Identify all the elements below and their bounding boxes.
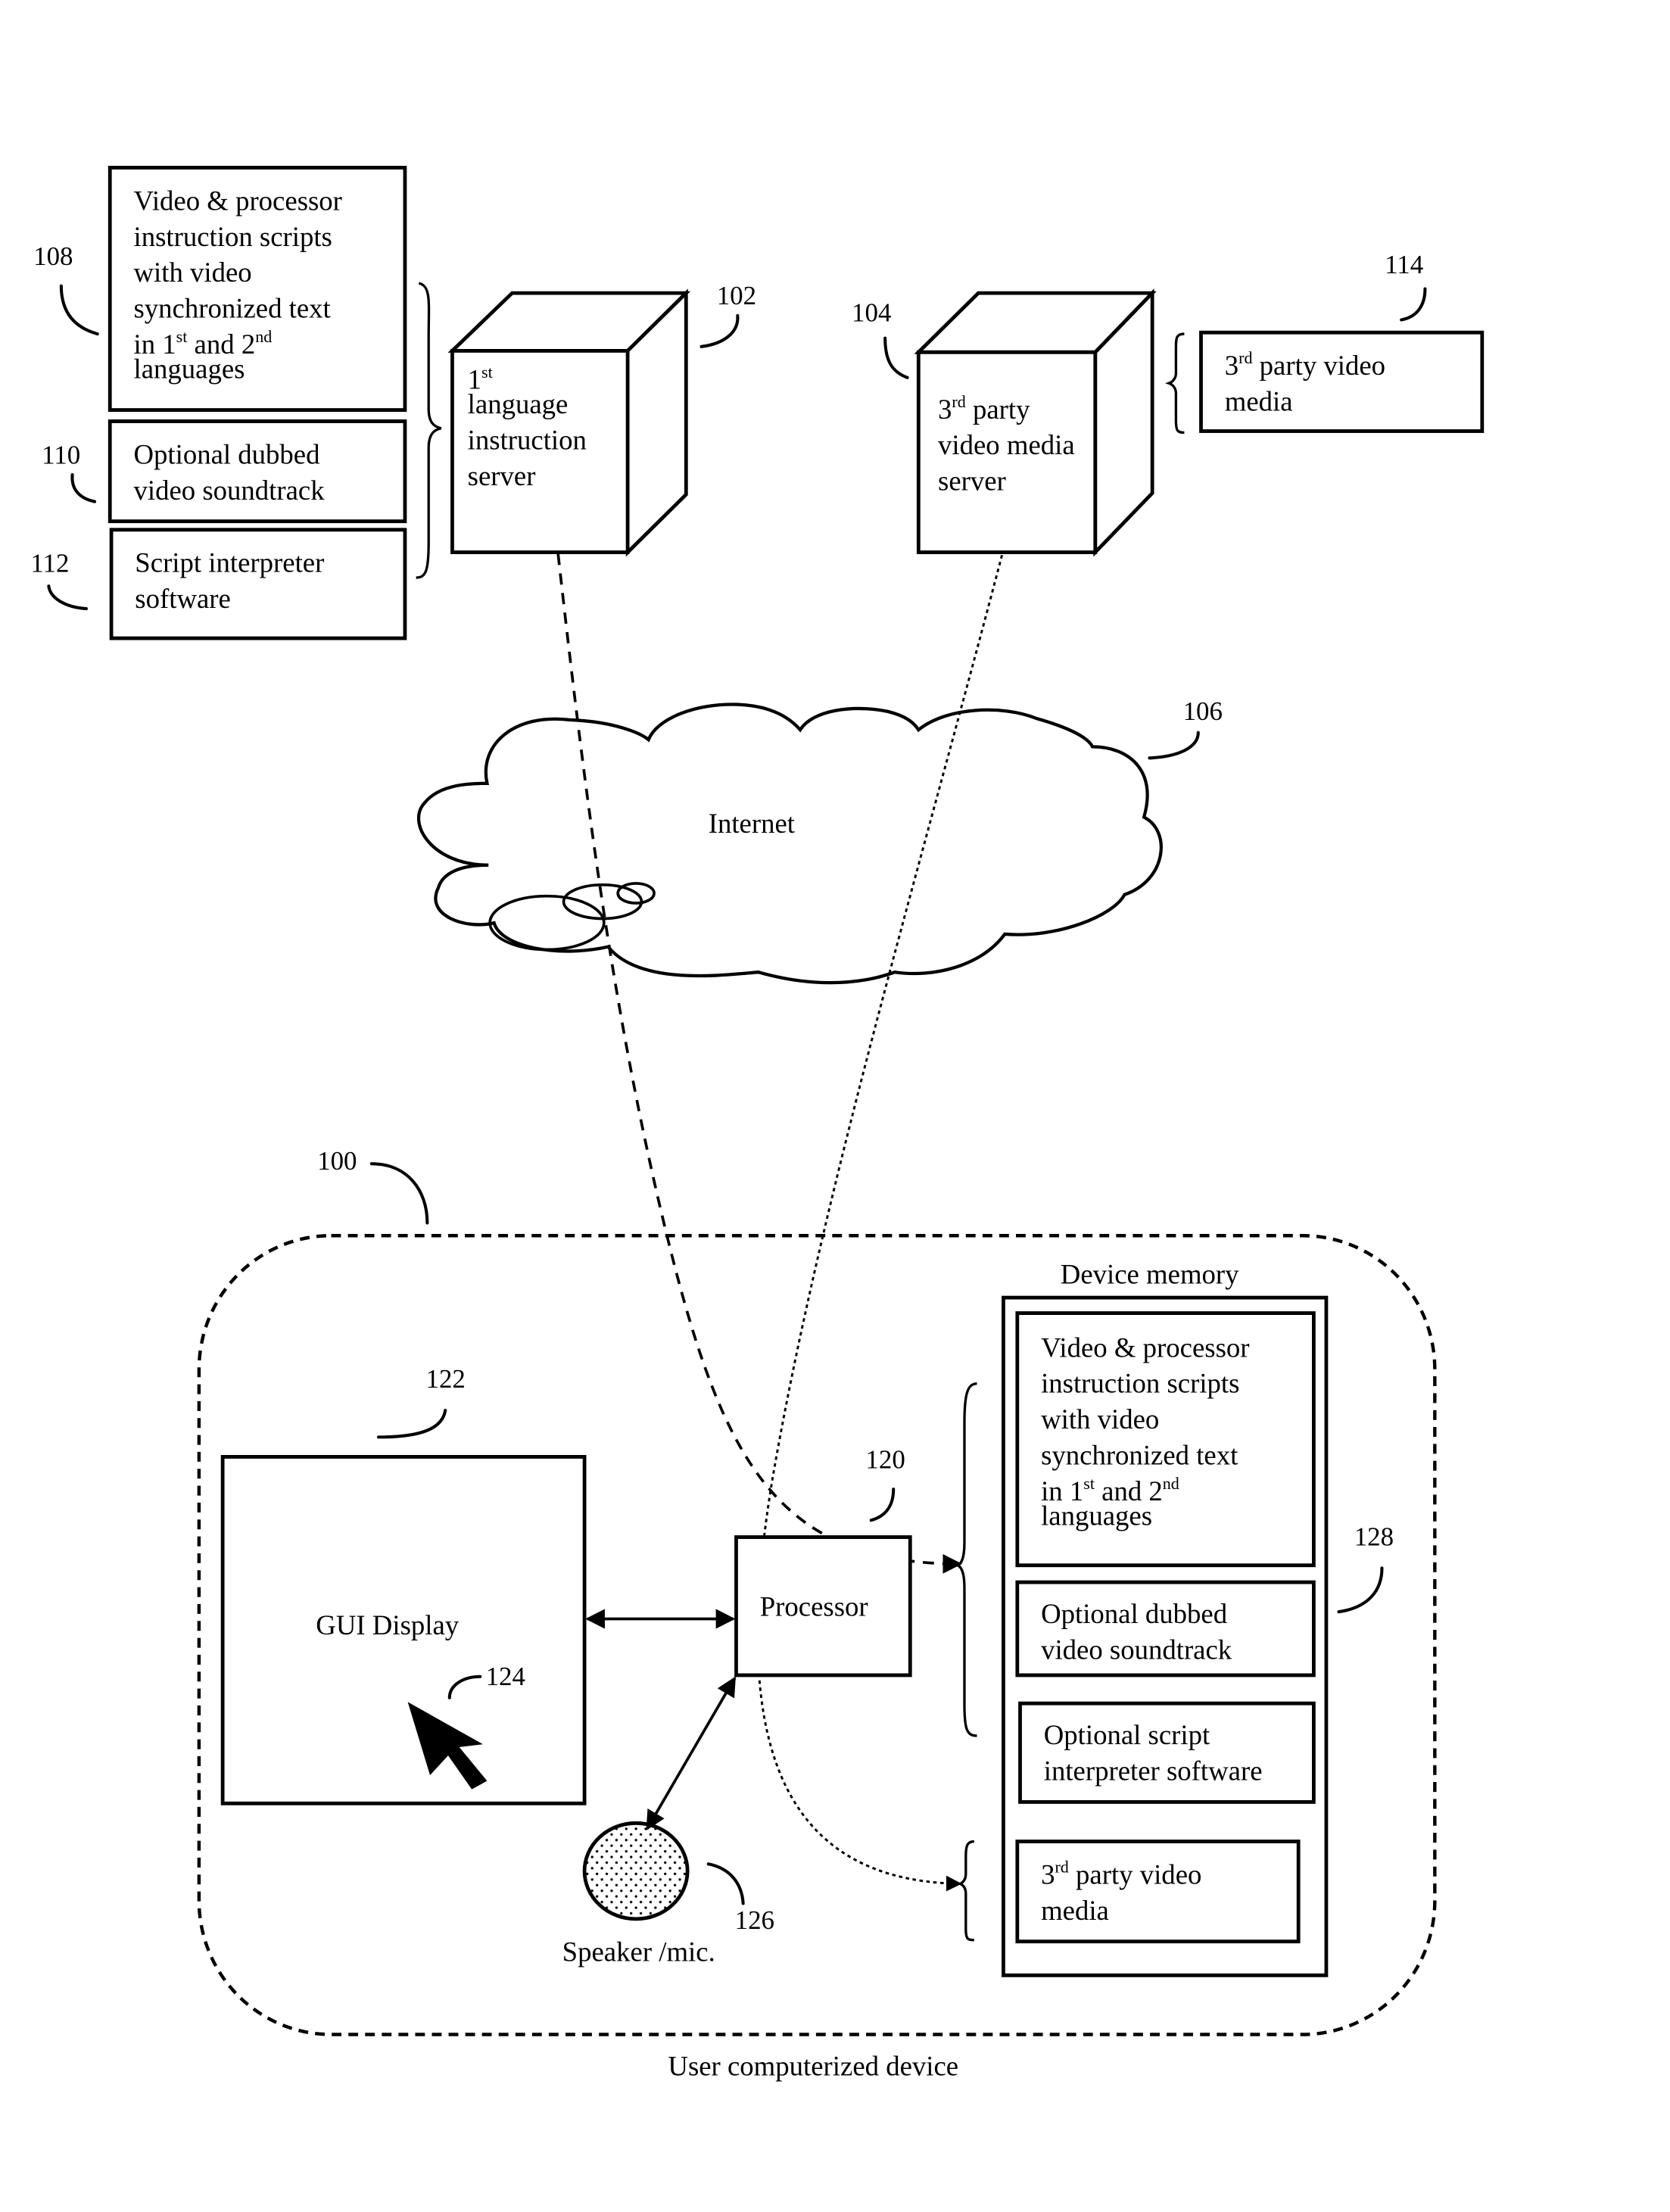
instruction-download-path [556,553,963,1574]
memory-item-dubbed-soundtrack: Optional dubbed video soundtrack [1015,1580,1316,1678]
superscript: st [481,363,494,382]
speaker-mic: Speaker /mic. [562,1821,715,1968]
leader-114 [1400,287,1427,322]
superscript: st [1083,1474,1095,1493]
superscript: nd [1163,1474,1179,1493]
device-memory: Video & processor instruction scripts with… [1002,1295,1329,1977]
brace-memory-download [953,1382,977,1737]
ref-106: 106 [1183,696,1223,726]
ref-124: 124 [486,1662,526,1691]
leader-108 [59,284,99,336]
leader-102 [699,313,740,348]
brace-third-party-media [1164,332,1185,435]
ref-108: 108 [33,241,73,271]
third-party-media-server: 3rd party video media server [914,288,1157,557]
ref-110: 110 [42,440,80,469]
text-segment: Video & processor [1041,1332,1249,1363]
memory-item-scripts: Video & processor instruction scripts with… [1015,1311,1316,1568]
speaker-icon [582,1821,690,1921]
memory-item-third-party-media: 3rd party video media [1015,1840,1301,1944]
memory-item-script-interpreter: Optional script interpreter software [1018,1701,1316,1804]
text-segment: languages [1041,1500,1152,1531]
processor: Processor [734,1535,912,1678]
text-segment: interpreter software [1044,1756,1263,1787]
gui-display: GUI Display [220,1455,587,1805]
dubbed-soundtrack-box: Optional dubbed video soundtrack [107,419,407,524]
text-segment: Optional dubbed [133,439,320,470]
leader-110 [70,473,97,503]
leader-100 [369,1162,429,1225]
text-segment: Script interpreter [135,547,324,578]
ref-112: 112 [30,548,69,578]
text-segment: instruction scripts [133,222,332,253]
leader-122 [377,1408,447,1439]
script-interpreter-box: Script interpreter software [109,528,407,640]
device-caption: User computerized device [668,2051,958,2082]
language-instruction-server: 1st language instruction server [447,288,691,557]
text-segment: video soundtrack [133,475,325,506]
ref-122: 122 [426,1364,466,1394]
device-memory-title: Device memory [1061,1259,1239,1290]
brace-left-stack [416,282,442,579]
text-segment: synchronized text [1041,1440,1238,1471]
text-segment: server [468,461,536,492]
text-segment: synchronized text [133,293,331,324]
text-segment: instruction [468,425,587,456]
text-segment: video media [938,430,1075,461]
internet-label: Internet [709,808,796,840]
ref-114: 114 [1385,250,1424,279]
ref-120: 120 [865,1444,905,1474]
leader-106 [1148,731,1200,760]
ref-104: 104 [852,298,892,327]
third-party-video-media-box: 3rd party video media [1199,330,1485,433]
leader-120 [869,1488,896,1522]
text-segment: Video & processor [133,185,341,217]
ref-102: 102 [717,281,756,310]
instruction-scripts-box: Video & processor instruction scripts with… [107,166,407,413]
text-segment: server [938,466,1006,497]
brace-memory-media [957,1840,974,1942]
system-diagram: Video & processor instruction scripts with… [30,166,1485,2083]
internet-cloud: Internet [416,703,1163,985]
text-segment: languages [133,354,245,385]
superscript: rd [1055,1857,1068,1876]
processor-speaker-link [646,1676,737,1831]
text-segment: video soundtrack [1041,1634,1232,1665]
text-segment: instruction scripts [1041,1369,1239,1400]
superscript: nd [255,327,272,346]
leader-128 [1337,1566,1384,1614]
text-segment: with video [1041,1404,1159,1435]
processor-label: Processor [760,1592,868,1623]
ref-100: 100 [317,1146,357,1176]
text-segment: Optional dubbed [1041,1599,1228,1630]
text-segment: party [966,394,1030,425]
text-segment: media [1225,386,1293,417]
text-segment: 3 [1225,350,1238,382]
leader-112 [47,584,88,611]
gui-display-label: GUI Display [316,1610,459,1641]
leader-126 [706,1862,745,1905]
text-segment: party video [1069,1859,1202,1890]
text-segment: 3 [1041,1859,1055,1890]
text-segment: language [468,389,569,420]
superscript: st [176,327,188,346]
superscript: rd [952,392,965,411]
superscript: rd [1238,348,1252,367]
text-segment: 3 [938,394,952,425]
text-segment: media [1041,1896,1109,1927]
ref-128: 128 [1354,1522,1394,1551]
ref-126: 126 [735,1905,774,1935]
leader-104 [883,336,909,379]
text-segment: party video [1252,350,1385,382]
speaker-label: Speaker /mic. [562,1937,715,1968]
text-segment: with video [133,257,251,288]
text-segment: software [135,584,231,615]
text-segment: Optional script [1044,1720,1210,1751]
